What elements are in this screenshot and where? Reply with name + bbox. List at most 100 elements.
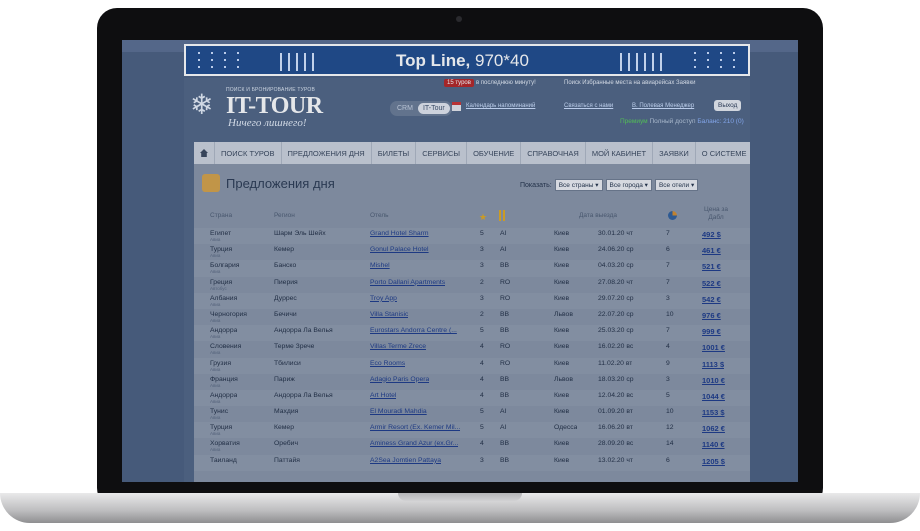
table-row[interactable]: Таиланд Паттайя A2Sea Jomtien Pattaya 3 BB Ки… xyxy=(194,454,750,471)
price-link[interactable]: 1140 € xyxy=(702,440,725,449)
price-link[interactable]: 976 € xyxy=(702,311,721,320)
date-cell: 24.06.20 ср xyxy=(598,246,634,254)
table-row[interactable]: Хорватия Оребич Aminess Grand Azur (ex.Gr.… xyxy=(194,438,750,454)
nights-cell: 9 xyxy=(666,359,670,367)
hotel-link[interactable]: A2Sea Jomtien Pattaya xyxy=(370,457,441,464)
snowflake-icon: ❄ xyxy=(190,89,214,120)
nights-cell: 10 xyxy=(666,310,674,318)
stars-cell: 3 xyxy=(480,294,484,302)
stars-cell: 2 xyxy=(480,278,484,286)
country-cell: Франция xyxy=(210,375,238,383)
price-link[interactable]: 1010 € xyxy=(702,376,725,385)
menu-item[interactable]: БИЛЕТЫ xyxy=(372,142,417,164)
logo[interactable]: ❄ ПОИСК И БРОНИРОВАНИЕ ТУРОВ IT-TOUR Нич… xyxy=(190,84,340,134)
menu-item[interactable]: О СИСТЕМЕ xyxy=(696,142,753,164)
table-row[interactable]: Албания Дуррес Troy App 3 RO Киев 29.07.20 ср 3… xyxy=(194,292,750,309)
home-button[interactable] xyxy=(194,142,215,164)
menu-item[interactable]: ЗАЯВКИ xyxy=(653,142,696,164)
table-row[interactable]: Тунис Махдия El Mouradi Mahdia 5 AI Киев 01.09… xyxy=(194,406,750,422)
hotel-link[interactable]: Eco Rooms xyxy=(370,360,405,367)
calendar-link[interactable]: Календарь напоминаний xyxy=(466,103,535,109)
hotel-link[interactable]: El Mouradi Mahdia xyxy=(370,408,427,415)
price-link[interactable]: 522 € xyxy=(702,279,721,288)
price-link[interactable]: 542 € xyxy=(702,295,721,304)
city-cell: Киев xyxy=(554,408,570,416)
hotel-link[interactable]: Villas Terme Zrece xyxy=(370,343,426,350)
hotel-link[interactable]: Villa Stanisic xyxy=(370,311,408,318)
region-cell: Терме Зрече xyxy=(274,343,315,351)
offers-panel: Предложения дня Показать: Все страны ▾ В… xyxy=(194,164,750,482)
table-row[interactable]: Черногория Бечичи Villa Stanisic 2 BB Львов 22… xyxy=(194,309,750,325)
table-row[interactable]: Андорра Андорра Ла Велья Art Hotel 4 BB Киев 1… xyxy=(194,389,750,407)
price-link[interactable]: 492 $ xyxy=(702,230,721,239)
calendar-icon[interactable] xyxy=(452,102,461,111)
hotel-link[interactable]: Gonul Palace Hotel xyxy=(370,246,429,253)
nights-icon[interactable] xyxy=(668,211,677,220)
transport-type: Авиа xyxy=(210,301,221,307)
table-row[interactable]: Грузия Тбилиси Eco Rooms 4 RO Киев 11.02.20 вт… xyxy=(194,357,750,374)
hotel-link[interactable]: Troy App xyxy=(370,295,397,302)
city-cell: Одесса xyxy=(554,424,578,432)
nights-cell: 10 xyxy=(666,408,674,416)
hotel-link[interactable]: Grand Hotel Sharm xyxy=(370,230,429,237)
table-row[interactable]: Турция Кемер Gonul Palace Hotel 3 AI Киев 24.0… xyxy=(194,244,750,260)
menu-item[interactable]: ПРЕДЛОЖЕНИЯ ДНЯ xyxy=(282,142,372,164)
hotel-select[interactable]: Все отели ▾ xyxy=(654,179,699,191)
city-cell: Киев xyxy=(554,359,570,367)
star-icon[interactable]: ★ xyxy=(479,212,487,223)
hotel-link[interactable]: Aminess Grand Azur (ex.Gr... xyxy=(370,440,458,447)
city-select[interactable]: Все города ▾ xyxy=(605,179,652,191)
col-date[interactable]: Дата выезда xyxy=(579,212,617,219)
exit-button[interactable]: Выход xyxy=(714,100,742,111)
hot-tours[interactable]: 15 туров в последнюю минуту! xyxy=(444,79,536,87)
table-row[interactable]: Франция Париж Adagio Paris Opera 4 BB Львов 18… xyxy=(194,374,750,390)
price-link[interactable]: 1153 $ xyxy=(702,408,725,417)
menu-item[interactable]: СЕРВИСЫ xyxy=(416,142,468,164)
hotel-link[interactable]: Mishel xyxy=(370,262,390,269)
table-row[interactable]: Словения Терме Зрече Villas Terme Zrece 4 RO… xyxy=(194,341,750,357)
contact-link[interactable]: Связаться с нами xyxy=(564,103,613,109)
country-select[interactable]: Все страны ▾ xyxy=(554,179,603,191)
price-link[interactable]: 1205 $ xyxy=(702,457,725,466)
stars-cell: 4 xyxy=(480,359,484,367)
col-hotel[interactable]: Отель xyxy=(370,212,389,219)
table-row[interactable]: Турция Кемер Armir Resort (Ex. Kemer Mil..… xyxy=(194,422,750,439)
table-row[interactable]: Болгария Банско Mishel 3 BB Киев 04.03.20 ср 7 5… xyxy=(194,260,750,277)
price-link[interactable]: 521 € xyxy=(702,262,721,271)
nights-cell: 3 xyxy=(666,294,670,302)
menu-item[interactable]: ПОИСК ТУРОВ xyxy=(215,142,282,164)
table-row[interactable]: Египет Шарм Эль Шейх Grand Hotel Sharm 5 AI К… xyxy=(194,228,750,245)
menu-item[interactable]: СПРАВОЧНАЯ xyxy=(521,142,586,164)
nights-cell: 7 xyxy=(666,327,670,335)
top-links[interactable]: Поиск Избранные места на авиарейсах Заяв… xyxy=(564,80,695,86)
tab-crm[interactable]: CRM xyxy=(392,103,418,114)
region-cell: Кемер xyxy=(274,246,294,254)
manager-link[interactable]: В. Полевая Менеджер xyxy=(632,103,694,109)
nights-cell: 7 xyxy=(666,278,670,286)
region-cell: Паттайя xyxy=(274,456,300,464)
hotel-link[interactable]: Art Hotel xyxy=(370,392,396,399)
table-row[interactable]: Греция Пиерия Porto Dallani Apartments 2 RO К… xyxy=(194,277,750,293)
price-link[interactable]: 1044 € xyxy=(702,392,725,401)
stars-cell: 5 xyxy=(480,424,484,432)
hotel-link[interactable]: Adagio Paris Opera xyxy=(370,376,429,383)
hotel-link[interactable]: Armir Resort (Ex. Kemer Mil... xyxy=(370,424,460,431)
meal-icon[interactable] xyxy=(499,210,505,221)
col-price[interactable]: Цена за Дабл xyxy=(702,206,730,222)
menu-item[interactable]: МОЙ КАБИНЕТ xyxy=(586,142,654,164)
price-link[interactable]: 1001 € xyxy=(702,343,725,352)
tab-ittour[interactable]: IT-Tour xyxy=(417,103,450,114)
price-link[interactable]: 461 € xyxy=(702,246,721,255)
price-link[interactable]: 999 € xyxy=(702,327,721,336)
top-line-banner[interactable]: Top Line, 970*40 xyxy=(184,44,750,76)
nights-cell: 7 xyxy=(666,262,670,270)
col-country[interactable]: Страна xyxy=(210,212,232,219)
transport-type: Авиа xyxy=(210,366,221,372)
table-row[interactable]: Андорра Андорра Ла Велья Eurostars Andorra… xyxy=(194,325,750,342)
price-link[interactable]: 1062 € xyxy=(702,424,725,433)
price-link[interactable]: 1113 $ xyxy=(702,360,724,369)
hotel-link[interactable]: Porto Dallani Apartments xyxy=(370,279,445,286)
menu-item[interactable]: ОБУЧЕНИЕ xyxy=(467,142,522,164)
col-region[interactable]: Регион xyxy=(274,212,295,219)
hotel-link[interactable]: Eurostars Andorra Centre (... xyxy=(370,327,457,334)
